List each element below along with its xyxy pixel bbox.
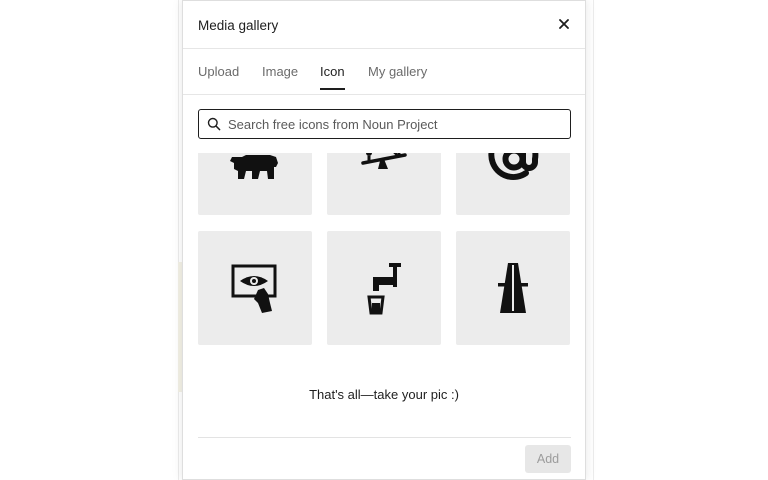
highway-icon bbox=[498, 263, 528, 313]
close-icon bbox=[559, 19, 569, 29]
modal-title: Media gallery bbox=[198, 18, 279, 33]
tab-bar: Upload Image Icon My gallery bbox=[183, 49, 585, 95]
seesaw-icon bbox=[361, 153, 407, 169]
icon-tile-seesaw[interactable] bbox=[327, 153, 441, 215]
add-button[interactable]: Add bbox=[525, 445, 571, 473]
modal-header: Media gallery bbox=[183, 1, 585, 49]
at-sign-icon bbox=[488, 153, 539, 180]
screen: Media gallery Upload Image Icon My galle… bbox=[0, 0, 768, 480]
water-tap-cup-icon bbox=[367, 263, 401, 315]
media-gallery-modal: Media gallery Upload Image Icon My galle… bbox=[182, 0, 586, 480]
tab-upload[interactable]: Upload bbox=[198, 64, 239, 88]
end-of-results-message: That's all—take your pic :) bbox=[309, 387, 459, 402]
icon-tile-bear[interactable] bbox=[198, 153, 312, 215]
tab-icon[interactable]: Icon bbox=[320, 64, 345, 90]
search-icon bbox=[207, 117, 221, 131]
bear-icon bbox=[230, 155, 278, 179]
close-button[interactable] bbox=[555, 15, 573, 33]
icon-tile-eye-screen[interactable] bbox=[198, 231, 312, 345]
eye-screen-hand-icon bbox=[231, 264, 277, 313]
icon-tile-at-sign[interactable] bbox=[456, 153, 570, 215]
icon-grid[interactable] bbox=[198, 153, 571, 347]
tab-my-gallery[interactable]: My gallery bbox=[368, 64, 427, 88]
search-input[interactable] bbox=[228, 113, 558, 135]
search-box[interactable] bbox=[198, 109, 571, 139]
tab-image[interactable]: Image bbox=[262, 64, 298, 88]
icon-tile-water-tap[interactable] bbox=[327, 231, 441, 345]
icon-tile-highway[interactable] bbox=[456, 231, 570, 345]
footer-divider bbox=[198, 437, 571, 438]
